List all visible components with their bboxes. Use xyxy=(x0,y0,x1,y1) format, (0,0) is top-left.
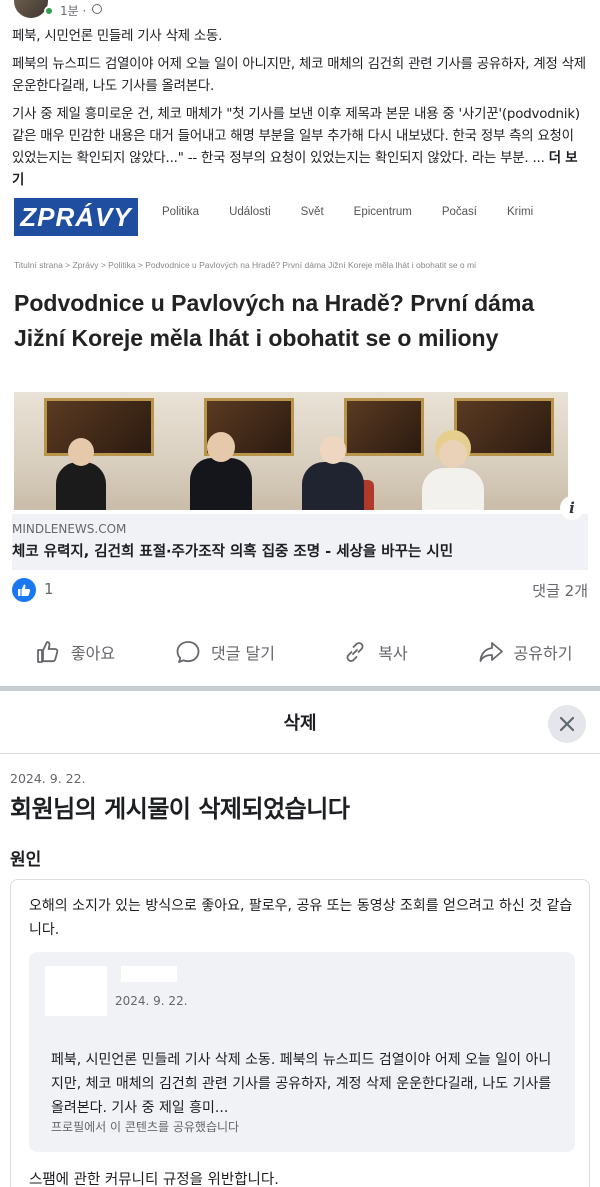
person xyxy=(56,462,106,510)
share-button[interactable]: 공유하기 xyxy=(450,630,600,674)
person-head xyxy=(439,440,467,468)
link-preview[interactable]: ZPRÁVY Politika Události Svět Epicentrum… xyxy=(12,190,588,570)
zpravy-nav-item: Epicentrum xyxy=(353,206,412,218)
globe-icon xyxy=(92,4,102,14)
reactions-bar: 1 댓글 2개 xyxy=(0,574,600,606)
painting xyxy=(454,398,554,456)
post-paragraph-1: 페북, 시민언론 민들레 기사 삭제 소동. xyxy=(12,29,223,44)
deletion-dialog: 삭제 2024. 9. 22. 회원님의 게시물이 삭제되었습니다 원인 오해의… xyxy=(0,691,600,1187)
post-header: 1분 · xyxy=(0,0,600,22)
facebook-post: 1분 · 페북, 시민언론 민들레 기사 삭제 소동. 페북의 뉴스피드 검열이… xyxy=(0,0,600,686)
article-breadcrumb: Titulní strana > Zprávy > Politika > Pod… xyxy=(14,260,476,270)
quoted-avatar xyxy=(45,966,107,1016)
thumbs-up-icon xyxy=(37,641,59,663)
reason-box: 오해의 소지가 있는 방식으로 좋아요, 팔로우, 공유 또는 동영상 조회를 … xyxy=(10,879,590,1187)
quoted-text: 페북, 시민언론 민들레 기사 삭제 소동. 페북의 뉴스피드 검열이야 어제 … xyxy=(51,1052,552,1116)
dialog-separator xyxy=(0,753,600,754)
reason-text: 오해의 소지가 있는 방식으로 좋아요, 팔로우, 공유 또는 동영상 조회를 … xyxy=(29,898,573,938)
close-icon xyxy=(559,716,575,732)
post-timestamp[interactable]: 1분 · xyxy=(60,2,86,19)
zpravy-header: ZPRÁVY Politika Události Svět Epicentrum… xyxy=(12,190,588,242)
dialog-title: 삭제 xyxy=(283,713,317,734)
reason-label: 원인 xyxy=(10,850,42,870)
deletion-heading: 회원님의 게시물이 삭제되었습니다 xyxy=(10,795,350,823)
zpravy-nav-item: Politika xyxy=(162,206,200,218)
quoted-note: 프로필에서 이 콘텐츠를 공유했습니다 xyxy=(51,1120,240,1134)
zpravy-nav-item: Svět xyxy=(300,206,324,218)
person xyxy=(422,468,484,510)
like-count[interactable]: 1 xyxy=(44,580,54,598)
share-button-label: 공유하기 xyxy=(513,644,573,663)
post-paragraph-3: 기사 중 제일 흥미로운 건, 체코 매체가 "첫 기사를 보낸 이후 제목과 … xyxy=(12,104,588,192)
person-head xyxy=(320,436,346,464)
copy-link-label: 복사 xyxy=(378,644,408,663)
person xyxy=(190,458,252,510)
quoted-author-name xyxy=(121,966,177,982)
comment-bubble-icon xyxy=(176,641,200,663)
article-photo xyxy=(14,392,568,510)
painting xyxy=(44,398,154,456)
post-actions: 좋아요 댓글 달기 복사 공유하기 xyxy=(0,630,600,674)
like-reaction-icon[interactable] xyxy=(12,578,36,602)
zpravy-nav: Politika Události Svět Epicentrum Počasí… xyxy=(162,206,533,218)
painting xyxy=(344,398,424,456)
zpravy-nav-item: Počasí xyxy=(441,206,477,218)
violation-text: 스팸에 관한 커뮤니티 규정을 위반합니다. xyxy=(29,1172,279,1187)
comment-button[interactable]: 댓글 달기 xyxy=(150,630,300,674)
link-icon xyxy=(346,642,364,662)
article-headline: Podvodnice u Pavlových na Hradě? První d… xyxy=(14,290,535,351)
zpravy-nav-item: Krimi xyxy=(507,206,534,218)
copy-link-button[interactable]: 복사 xyxy=(300,630,450,674)
person-head xyxy=(207,432,235,462)
info-icon[interactable]: i xyxy=(560,496,584,520)
person xyxy=(302,462,364,510)
deletion-date: 2024. 9. 22. xyxy=(10,771,86,786)
post-paragraph-2: 페북의 뉴스피드 검열이야 어제 오늘 일이 아니지만, 체코 매체의 김건희 … xyxy=(12,57,586,94)
like-button-label: 좋아요 xyxy=(70,644,116,663)
post-paragraph-3-text: 기사 중 제일 흥미로운 건, 체코 매체가 "첫 기사를 보낸 이후 제목과 … xyxy=(12,107,580,166)
quoted-post: 2024. 9. 22. 페북, 시민언론 민들레 기사 삭제 소동. 페북의 … xyxy=(29,952,575,1152)
comment-count[interactable]: 댓글 2개 xyxy=(532,580,588,601)
close-button[interactable] xyxy=(548,705,586,743)
quoted-date: 2024. 9. 22. xyxy=(115,994,188,1008)
person-head xyxy=(68,438,94,466)
online-status-dot xyxy=(44,6,54,16)
zpravy-logo: ZPRÁVY xyxy=(14,198,138,236)
share-arrow-icon xyxy=(479,642,503,662)
zpravy-nav-item: Události xyxy=(229,206,271,218)
comment-button-label: 댓글 달기 xyxy=(211,644,275,663)
preview-title[interactable]: 체코 유력지, 김건희 표절·주가조작 의혹 집중 조명 - 세상을 바꾸는 시… xyxy=(12,540,588,561)
preview-domain: MINDLENEWS.COM xyxy=(12,522,127,536)
preview-footer: i MINDLENEWS.COM 체코 유력지, 김건희 표절·주가조작 의혹 … xyxy=(12,496,588,570)
like-button[interactable]: 좋아요 xyxy=(0,630,150,674)
